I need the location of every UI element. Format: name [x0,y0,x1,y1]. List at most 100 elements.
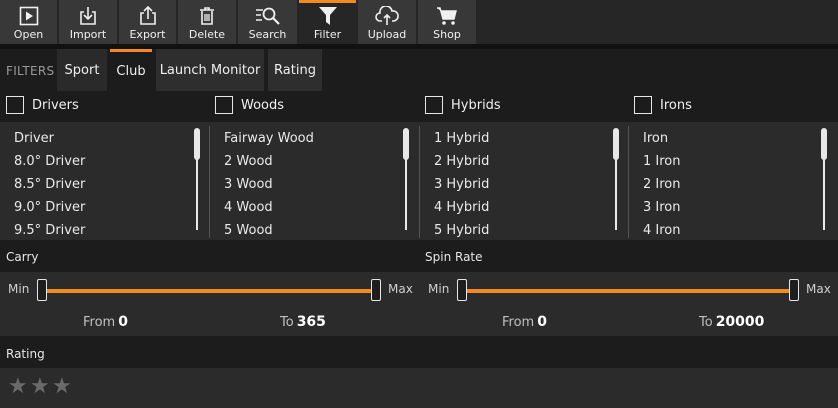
list-item[interactable]: 8.0° Driver [0,150,200,173]
hybrids-checkbox[interactable] [425,96,443,114]
tab-sport[interactable]: Sport [57,49,107,91]
delete-button[interactable]: Delete [178,0,236,44]
club-categories: Drivers Woods Hybrids Irons [0,91,838,122]
list-item[interactable]: Iron [629,127,829,150]
trash-icon [200,7,214,25]
list-item[interactable]: 2 Wood [210,150,410,173]
filter-label: Filter [313,28,342,41]
list-item[interactable]: 5 Hybrid [420,219,620,240]
rating-stars: ★ ★ ★ [0,368,838,408]
export-label: Export [129,28,166,41]
spin-to-value: 20000 [715,314,765,330]
category-hybrids[interactable]: Hybrids [425,96,501,114]
delete-label: Delete [188,28,226,41]
drivers-list: Driver 8.0° Driver 8.5° Driver 9.0° Driv… [0,122,200,240]
hybrids-scroll-thumb[interactable] [613,128,619,160]
spin-from: From 0 [502,314,547,330]
rating-header: Rating [0,336,838,368]
filter-tabs: FILTERS Sport Club Launch Monitor Rating [0,49,838,91]
list-item[interactable]: 5 Wood [210,219,410,240]
list-item[interactable]: 3 Wood [210,173,410,196]
tab-rating[interactable]: Rating [268,49,322,91]
carry-max-thumb[interactable] [371,279,381,301]
open-label: Open [13,28,44,41]
carry-to-label: To [280,315,294,330]
import-icon [80,7,96,25]
category-irons[interactable]: Irons [634,96,692,114]
filter-icon [318,7,337,25]
spin-min-thumb[interactable] [457,279,467,301]
range-headers: Carry Spin Rate [0,240,838,272]
star-icon[interactable]: ★ [8,376,28,398]
search-icon [255,7,280,25]
spin-min-label: Min [428,282,450,296]
list-item[interactable]: 9.5° Driver [0,219,200,240]
shop-label: Shop [433,28,461,41]
woods-list: Fairway Wood 2 Wood 3 Wood 4 Wood 5 Wood [210,122,410,240]
list-item[interactable]: Driver [0,127,200,150]
woods-scroll-thumb[interactable] [403,128,409,160]
rating-title: Rating [6,347,45,361]
export-button[interactable]: Export [119,0,176,44]
list-item[interactable]: 4 Wood [210,196,410,219]
category-woods[interactable]: Woods [215,96,284,114]
filters-label: FILTERS [6,64,55,78]
upload-button[interactable]: Upload [358,0,416,44]
club-lists: Driver 8.0° Driver 8.5° Driver 9.0° Driv… [0,122,838,240]
list-item[interactable]: 8.5° Driver [0,173,200,196]
cloud-upload-icon [375,6,399,25]
category-drivers[interactable]: Drivers [6,96,79,114]
list-item[interactable]: 3 Hybrid [420,173,620,196]
shop-button[interactable]: Shop [418,0,476,44]
carry-slider-track[interactable] [42,289,376,293]
filter-button[interactable]: Filter [299,0,356,44]
list-item[interactable]: 4 Hybrid [420,196,620,219]
drivers-scroll-thumb[interactable] [194,128,200,160]
spin-from-label: From [502,315,535,330]
carry-to-value: 365 [296,314,326,330]
list-item[interactable]: 2 Hybrid [420,150,620,173]
woods-checkbox[interactable] [215,96,233,114]
irons-label: Irons [660,97,692,113]
list-item[interactable]: 9.0° Driver [0,196,200,219]
star-icon[interactable]: ★ [52,376,72,398]
list-item[interactable]: Fairway Wood [210,127,410,150]
list-item[interactable]: 3 Iron [629,196,829,219]
carry-to: To 365 [280,314,326,330]
import-label: Import [69,28,107,41]
list-item[interactable]: 1 Iron [629,150,829,173]
tab-launch-monitor[interactable]: Launch Monitor [156,49,264,91]
list-item[interactable]: 4 Iron [629,219,829,240]
irons-checkbox[interactable] [634,96,652,114]
spin-to-label: To [699,315,713,330]
irons-scroll-thumb[interactable] [821,128,827,160]
drivers-checkbox[interactable] [6,96,24,114]
spin-rate-title: Spin Rate [425,250,483,264]
spin-to: To 20000 [699,314,764,330]
spin-slider-track[interactable] [462,289,794,293]
cart-icon [437,7,457,25]
hybrids-label: Hybrids [451,97,501,113]
list-item[interactable]: 2 Iron [629,173,829,196]
range-sliders: Min Max From 0 To 365 Min Max From 0 To 2000… [0,272,838,336]
toolbar: Open Import Export Delete Search Filter … [0,0,838,44]
play-icon [19,6,38,26]
carry-min-label: Min [8,282,30,296]
list-item[interactable]: 1 Hybrid [420,127,620,150]
carry-from-value: 0 [118,314,128,330]
drivers-label: Drivers [32,97,79,113]
import-button[interactable]: Import [59,0,117,44]
star-icon[interactable]: ★ [30,376,50,398]
upload-label: Upload [367,28,407,41]
spin-from-value: 0 [537,314,547,330]
search-button[interactable]: Search [238,0,297,44]
carry-title: Carry [6,250,39,264]
open-button[interactable]: Open [0,0,57,44]
irons-list: Iron 1 Iron 2 Iron 3 Iron 4 Iron [629,122,829,240]
carry-from: From 0 [83,314,128,330]
spin-max-thumb[interactable] [789,279,799,301]
spin-max-label: Max [806,282,831,296]
carry-min-thumb[interactable] [37,279,47,301]
tab-club[interactable]: Club [110,49,152,91]
carry-max-label: Max [388,282,413,296]
